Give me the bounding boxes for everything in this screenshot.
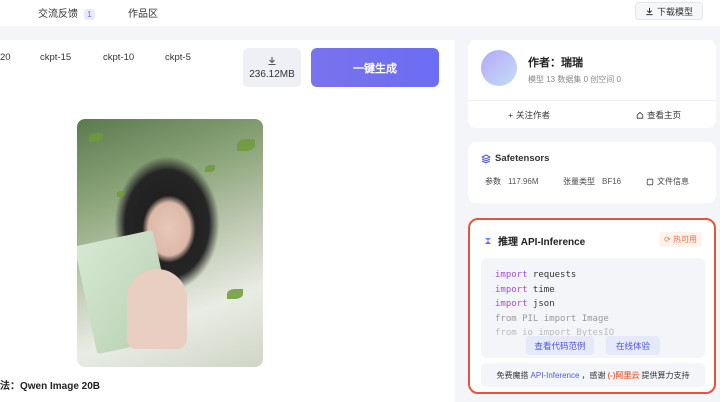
code-text: requests (527, 270, 577, 280)
follow-author-label: 关注作者 (515, 110, 550, 120)
api-logo-icon (485, 237, 491, 244)
hot-icon: ⟳ (664, 235, 671, 244)
aliyun-logo: (-)阿里云 (607, 370, 640, 380)
model-panel: 20 ckpt-15 ckpt-10 ckpt-5 236.12MB 一键生成 … (0, 40, 455, 402)
footer-text: ，感谢 (581, 370, 606, 380)
top-nav: 交流反馈 1 作品区 下载模型 (0, 0, 720, 26)
leaf-shape (117, 191, 125, 197)
footer-text: 提供算力支持 (641, 370, 690, 380)
available-badge-label: 热可用 (673, 235, 697, 244)
file-info-icon (646, 178, 654, 185)
view-code-example-button[interactable]: 查看代码范例 (526, 336, 594, 355)
api-title-text: 推理 API-Inference (498, 237, 586, 248)
safetensors-card: Safetensors 参数 117.96M 张量类型 BF16 文件信息 (468, 142, 716, 203)
params-label: 参数 (485, 177, 501, 186)
size-download-button[interactable]: 236.12MB (243, 48, 301, 87)
code-keyword: import (495, 284, 528, 295)
author-name[interactable]: 作者：瑞瑞 (528, 54, 583, 70)
divider (468, 100, 716, 101)
footer-text: 免费魔搭 (496, 370, 529, 380)
generate-button[interactable]: 一键生成 (311, 48, 439, 87)
params-stat: 参数 117.96M (485, 176, 539, 187)
code-line: import requests (495, 268, 691, 283)
api-inference-card: 推理 API-Inference ⟳ 热可用 import requests i… (468, 218, 716, 394)
online-try-button[interactable]: 在线体验 (606, 336, 660, 355)
code-line: import json (495, 297, 691, 312)
dtype-label: 张量类型 (563, 177, 595, 186)
download-model-label: 下载模型 (656, 6, 693, 17)
generate-label: 一键生成 (353, 62, 397, 75)
api-inference-link[interactable]: API-Inference (531, 371, 580, 380)
code-text: time (527, 284, 555, 295)
code-text: json (527, 299, 555, 309)
ckpt-item[interactable]: ckpt-5 (165, 52, 191, 63)
plus-icon: + (508, 110, 513, 120)
api-title: 推理 API-Inference (483, 233, 585, 248)
tab-feedback[interactable]: 交流反馈 1 (38, 5, 95, 20)
ckpt-item[interactable]: ckpt-15 (40, 52, 71, 63)
leaf-shape (89, 133, 103, 142)
image-caption: 法：Qwen Image 20B (0, 381, 101, 392)
code-keyword: import (495, 299, 528, 309)
view-homepage-label: 查看主页 (647, 110, 682, 120)
home-icon (636, 111, 644, 119)
model-size-label: 236.12MB (249, 68, 295, 80)
file-info-button[interactable]: 文件信息 (646, 176, 689, 187)
dtype-value: BF16 (602, 177, 622, 186)
code-keyword: import (495, 270, 528, 280)
view-homepage-button[interactable]: 查看主页 (636, 109, 681, 121)
download-icon (646, 7, 653, 15)
tab-works[interactable]: 作品区 (128, 5, 158, 20)
file-info-label: 文件信息 (657, 177, 689, 186)
available-badge: ⟳ 热可用 (659, 232, 702, 247)
leaf-shape (205, 165, 215, 172)
download-icon (268, 56, 276, 65)
leaf-shape (227, 289, 243, 299)
code-line: from PIL import Image (495, 313, 609, 324)
sample-image[interactable] (77, 119, 263, 367)
follow-author-button[interactable]: + 关注作者 (508, 109, 550, 121)
tab-feedback-label: 交流反馈 (38, 9, 78, 20)
author-stats: 模型 13 数据集 0 创空间 0 (528, 75, 621, 84)
feedback-count-badge: 1 (84, 9, 95, 20)
avatar[interactable] (481, 50, 517, 86)
online-try-label: 在线体验 (615, 340, 650, 351)
layers-icon (481, 153, 491, 164)
code-line: import time (495, 283, 691, 298)
author-card: 作者：瑞瑞 模型 13 数据集 0 创空间 0 + 关注作者 查看主页 (468, 40, 716, 128)
api-footer: 免费魔搭 API-Inference ，感谢 (-)阿里云 提供算力支持 (481, 363, 705, 387)
safetensors-title-text: Safetensors (495, 153, 550, 164)
ckpt-item[interactable]: 20 (0, 52, 11, 63)
download-model-button[interactable]: 下载模型 (635, 2, 703, 20)
dtype-stat: 张量类型 BF16 (563, 176, 621, 187)
leaf-shape (237, 139, 255, 151)
params-value: 117.96M (508, 177, 539, 186)
hand-shape (127, 269, 187, 349)
view-code-example-label: 查看代码范例 (534, 340, 586, 351)
tab-works-label: 作品区 (128, 9, 158, 20)
ckpt-item[interactable]: ckpt-10 (103, 52, 134, 63)
safetensors-title: Safetensors (481, 153, 549, 164)
